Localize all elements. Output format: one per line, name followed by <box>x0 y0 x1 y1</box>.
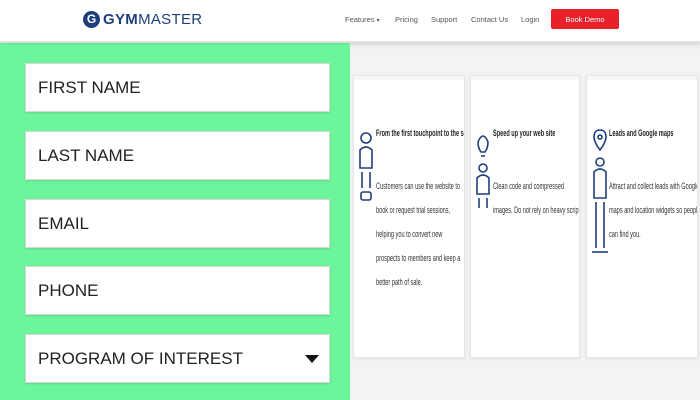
map-pin-person-icon <box>591 128 609 263</box>
section-divider <box>350 43 700 49</box>
email-field[interactable]: EMAIL <box>25 199 330 248</box>
gymmaster-logo[interactable]: G GYM MASTER <box>83 9 202 29</box>
feature-card-speed: Speed up your web site Clean code and co… <box>470 75 580 358</box>
site-header: G GYM MASTER Features ▾ Pricing Support C… <box>0 0 700 42</box>
person-feedback-icon <box>358 128 374 213</box>
nav-login[interactable]: Login <box>521 15 539 24</box>
card-body: Clean code and compressed images. Do not… <box>493 181 580 215</box>
card-top-strip <box>471 76 579 80</box>
nav-features-label: Features <box>345 15 375 24</box>
dropdown-arrow-icon <box>305 355 319 363</box>
first-name-field[interactable]: FIRST NAME <box>25 63 330 112</box>
card-title: Speed up your web site <box>493 128 556 138</box>
program-select-value: PROGRAM OF INTEREST <box>38 348 243 368</box>
nav-support[interactable]: Support <box>431 15 457 24</box>
last-name-field[interactable]: LAST NAME <box>25 131 330 180</box>
lead-form-panel: FIRST NAME LAST NAME EMAIL PHONE PROGRAM… <box>0 43 350 400</box>
nav-pricing[interactable]: Pricing <box>395 15 418 24</box>
logo-text-gym: GYM <box>103 10 139 28</box>
card-title: From the first touchpoint to the sale <box>376 128 465 138</box>
nav-contact-us[interactable]: Contact Us <box>471 15 508 24</box>
lightbulb-person-icon <box>475 128 491 213</box>
logo-mark-icon: G <box>83 10 100 28</box>
chevron-down-icon: ▾ <box>376 18 380 24</box>
feature-card-touchpoint: From the first touchpoint to the sale Cu… <box>353 75 465 358</box>
feature-card-leads-maps: Leads and Google maps Attract and collec… <box>586 75 698 358</box>
card-top-strip <box>587 76 697 80</box>
card-top-strip <box>354 76 464 80</box>
nav-features[interactable]: Features ▾ <box>345 15 380 24</box>
card-body: Customers can use the website to book or… <box>376 181 461 287</box>
card-body: Attract and collect leads with Google ma… <box>609 181 698 239</box>
card-title: Leads and Google maps <box>609 128 674 138</box>
program-of-interest-select[interactable]: PROGRAM OF INTEREST <box>25 334 330 383</box>
logo-text-master: MASTER <box>138 10 203 28</box>
book-demo-button[interactable]: Book Demo <box>551 9 619 29</box>
phone-field[interactable]: PHONE <box>25 266 330 315</box>
